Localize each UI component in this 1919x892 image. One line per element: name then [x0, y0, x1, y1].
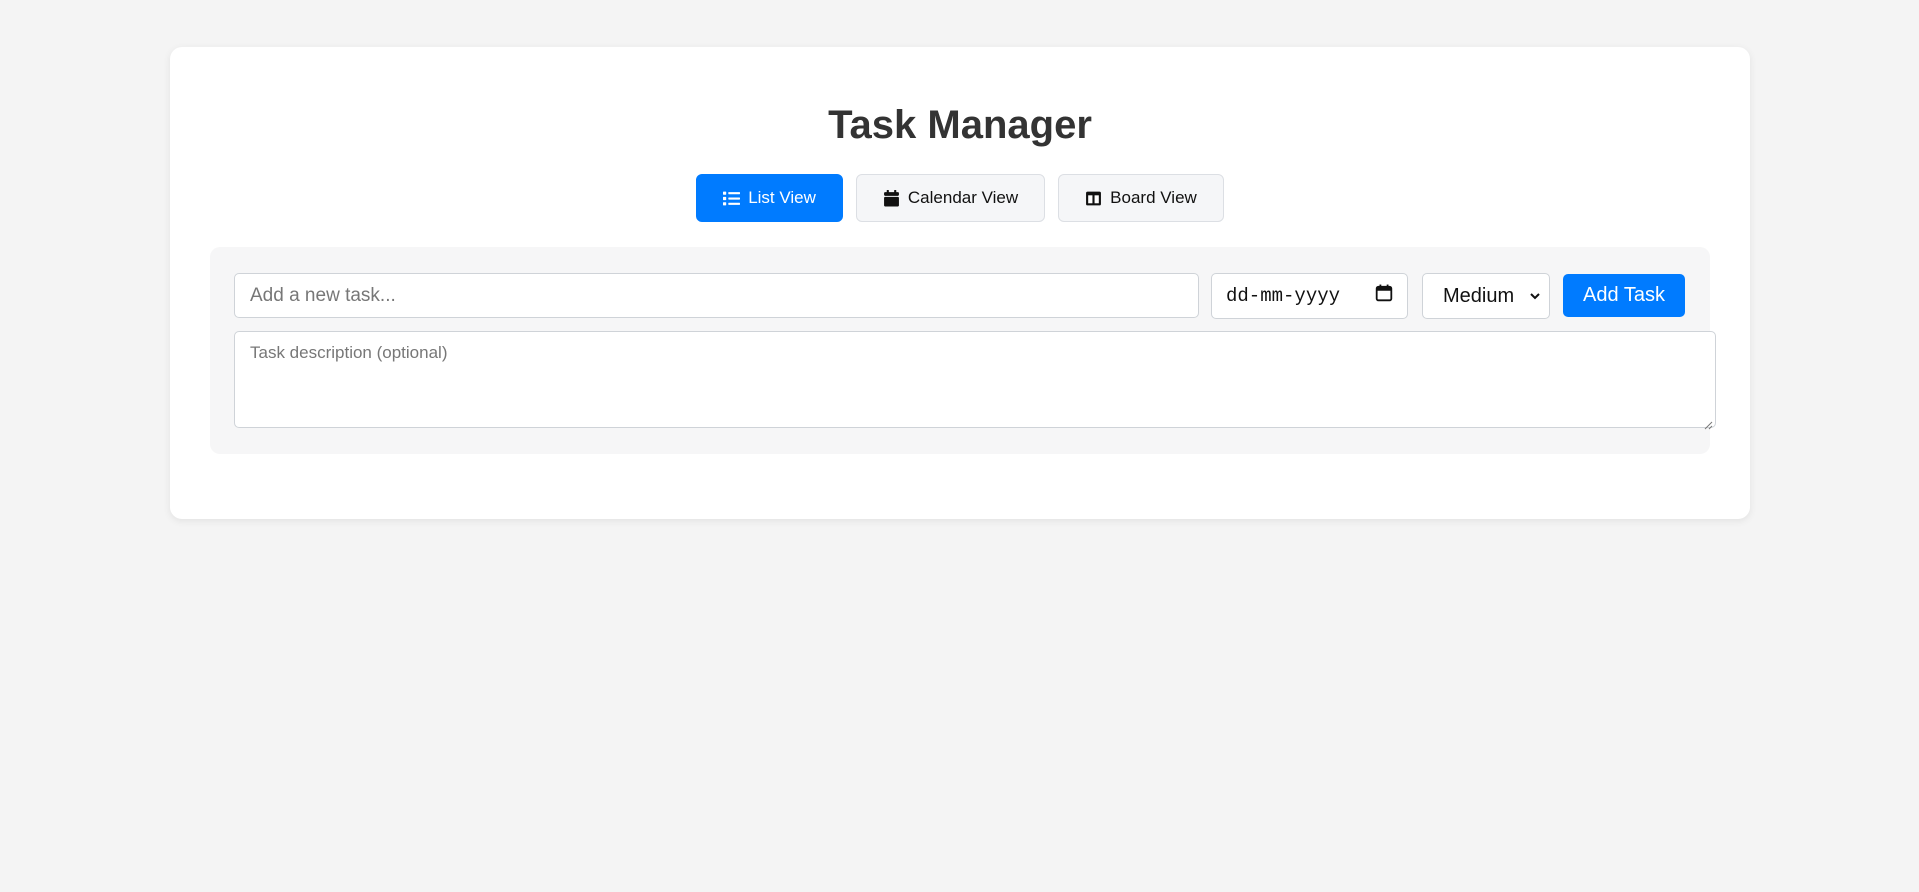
add-task-button[interactable]: Add Task — [1563, 274, 1685, 317]
calendar-picker-icon[interactable] — [1375, 284, 1393, 308]
task-description-input[interactable]: Task description (optional) — [234, 331, 1716, 430]
task-title-placeholder: Add a new task... — [250, 284, 396, 306]
page-title: Task Manager — [828, 103, 1092, 147]
tab-label: Calendar View — [907, 188, 1019, 207]
task-title-input[interactable]: Add a new task... — [234, 273, 1199, 318]
due-date-placeholder: dd-mm-yyyy — [1226, 285, 1341, 307]
tab-label: Board View — [1110, 188, 1197, 207]
chevron-down-icon — [1529, 285, 1541, 308]
tab-board-view[interactable]: Board View — [1058, 174, 1224, 222]
board-icon — [1085, 190, 1102, 207]
add-task-form: Add a new task... dd-mm-yyyy Medium Add … — [210, 247, 1716, 454]
tab-calendar-view[interactable]: Calendar View — [855, 174, 1046, 222]
calendar-icon — [883, 189, 900, 207]
task-description-placeholder: Task description (optional) — [250, 343, 448, 362]
task-manager-card: Task Manager List View Calendar View Boa… — [170, 47, 1750, 519]
due-date-input[interactable]: dd-mm-yyyy — [1211, 273, 1408, 319]
list-icon — [723, 190, 741, 207]
tab-label: List View — [748, 188, 816, 207]
resize-handle-icon[interactable] — [1703, 415, 1713, 430]
priority-select[interactable]: Medium — [1422, 273, 1550, 319]
tab-list-view[interactable]: List View — [696, 174, 843, 222]
priority-selected-value: Medium — [1443, 284, 1515, 307]
view-tabs: List View Calendar View Board View — [170, 174, 1750, 222]
